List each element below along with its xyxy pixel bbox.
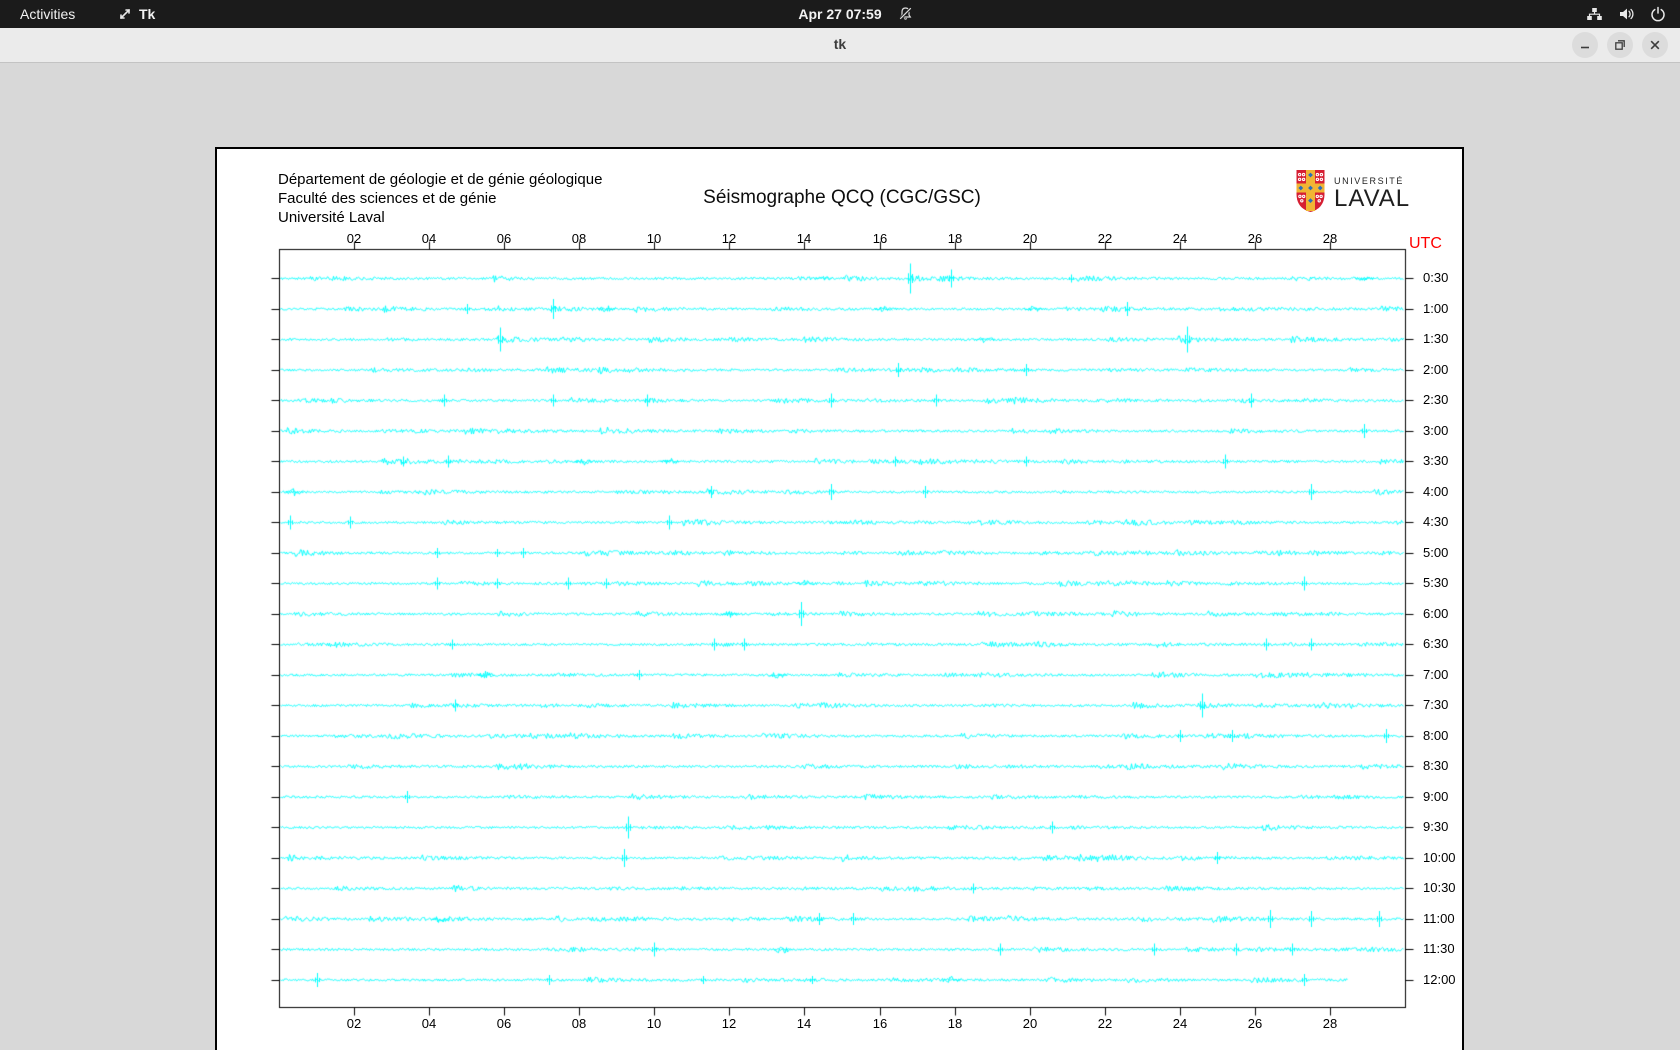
- utc-axis-title: UTC: [1409, 235, 1442, 252]
- x-tick-label-top: 24: [1172, 231, 1188, 246]
- volume-icon: [1618, 6, 1635, 22]
- power-icon: [1650, 6, 1666, 22]
- minimize-button[interactable]: [1572, 32, 1598, 58]
- network-icon: [1586, 6, 1603, 22]
- utc-time-label: 6:30: [1423, 636, 1449, 651]
- utc-time-label: 10:00: [1423, 849, 1456, 865]
- utc-time-label: 8:00: [1423, 727, 1449, 743]
- utc-time-label: 6:00: [1423, 605, 1449, 621]
- close-button[interactable]: [1642, 32, 1668, 58]
- x-tick-label-bottom: 26: [1247, 1016, 1263, 1031]
- utc-time-label: 11:00: [1423, 910, 1455, 926]
- x-tick-label-top: 10: [646, 231, 662, 246]
- clock-label: Apr 27 07:59: [798, 6, 882, 22]
- desktop: Activities Tk Apr 27 07:59 tk Départemen…: [0, 0, 1680, 1050]
- institution-line: Université Laval: [278, 209, 385, 226]
- x-tick-label-bottom: 12: [721, 1016, 737, 1031]
- window-title: tk: [833, 36, 847, 52]
- utc-time-label: 3:00: [1423, 422, 1449, 438]
- utc-time-label: 5:00: [1423, 544, 1449, 560]
- notifications-muted-icon: [898, 6, 913, 21]
- tk-icon: [118, 7, 132, 21]
- utc-time-label: 1:00: [1423, 300, 1449, 316]
- x-tick-label-bottom: 28: [1322, 1016, 1338, 1031]
- utc-time-label: 3:30: [1423, 453, 1449, 468]
- x-tick-label-bottom: 10: [646, 1016, 662, 1031]
- x-tick-label-bottom: 20: [1022, 1016, 1038, 1031]
- utc-time-label: 10:30: [1423, 880, 1456, 895]
- x-tick-label-bottom: 14: [796, 1016, 812, 1031]
- seismograph-canvas: [217, 149, 1462, 1050]
- seismograph-frame: Département de géologie et de génie géol…: [215, 147, 1464, 1050]
- x-tick-label-top: 18: [947, 231, 963, 246]
- x-tick-label-bottom: 18: [947, 1016, 963, 1031]
- utc-time-label: 4:00: [1423, 483, 1449, 499]
- activities-button[interactable]: Activities: [20, 0, 75, 28]
- x-tick-label-bottom: 08: [571, 1016, 587, 1031]
- x-tick-label-bottom: 24: [1172, 1016, 1188, 1031]
- clock[interactable]: Apr 27 07:59: [798, 0, 881, 28]
- laval-shield-icon: [1295, 169, 1326, 218]
- x-tick-label-top: 28: [1322, 231, 1338, 246]
- x-tick-label-top: 02: [346, 231, 362, 246]
- app-menu-label: Tk: [139, 6, 156, 22]
- x-tick-label-top: 04: [421, 231, 437, 246]
- x-tick-label-bottom: 06: [496, 1016, 512, 1031]
- x-tick-label-top: 12: [721, 231, 737, 246]
- utc-time-label: 0:30: [1423, 270, 1449, 285]
- x-tick-label-top: 22: [1097, 231, 1113, 246]
- utc-time-label: 7:30: [1423, 697, 1449, 712]
- maximize-button[interactable]: [1607, 32, 1633, 58]
- x-tick-label-bottom: 02: [346, 1016, 362, 1031]
- x-tick-label-top: 26: [1247, 231, 1263, 246]
- utc-time-label: 2:00: [1423, 361, 1449, 377]
- utc-time-label: 9:00: [1423, 788, 1449, 804]
- utc-time-label: 1:30: [1423, 331, 1449, 346]
- top-bar: Activities Tk Apr 27 07:59: [0, 0, 1680, 28]
- app-menu[interactable]: Tk: [118, 0, 155, 28]
- window-body: Département de géologie et de génie géol…: [0, 63, 1680, 1050]
- utc-time-label: 2:30: [1423, 392, 1449, 407]
- x-tick-label-bottom: 22: [1097, 1016, 1113, 1031]
- system-status-area[interactable]: [1586, 0, 1666, 28]
- x-tick-label-bottom: 04: [421, 1016, 437, 1031]
- utc-time-label: 8:30: [1423, 758, 1449, 773]
- utc-time-label: 5:30: [1423, 575, 1449, 590]
- x-tick-label-top: 08: [571, 231, 587, 246]
- x-tick-label-bottom: 16: [872, 1016, 888, 1031]
- x-tick-label-top: 16: [872, 231, 888, 246]
- x-tick-label-top: 06: [496, 231, 512, 246]
- utc-time-label: 9:30: [1423, 819, 1449, 834]
- logo-laval-label: LAVAL: [1334, 185, 1411, 212]
- chart-title: Séismographe QCQ (CGC/GSC): [703, 187, 981, 208]
- window-title-bar[interactable]: tk: [0, 28, 1680, 63]
- x-tick-label-top: 20: [1022, 231, 1038, 246]
- utc-time-label: 12:00: [1423, 971, 1456, 987]
- utc-time-label: 4:30: [1423, 514, 1449, 529]
- x-tick-label-top: 14: [796, 231, 812, 246]
- utc-time-label: 7:00: [1423, 666, 1449, 682]
- utc-time-label: 11:30: [1423, 941, 1455, 956]
- universite-laval-logo: UNIVERSITÉ LAVAL: [1295, 169, 1410, 218]
